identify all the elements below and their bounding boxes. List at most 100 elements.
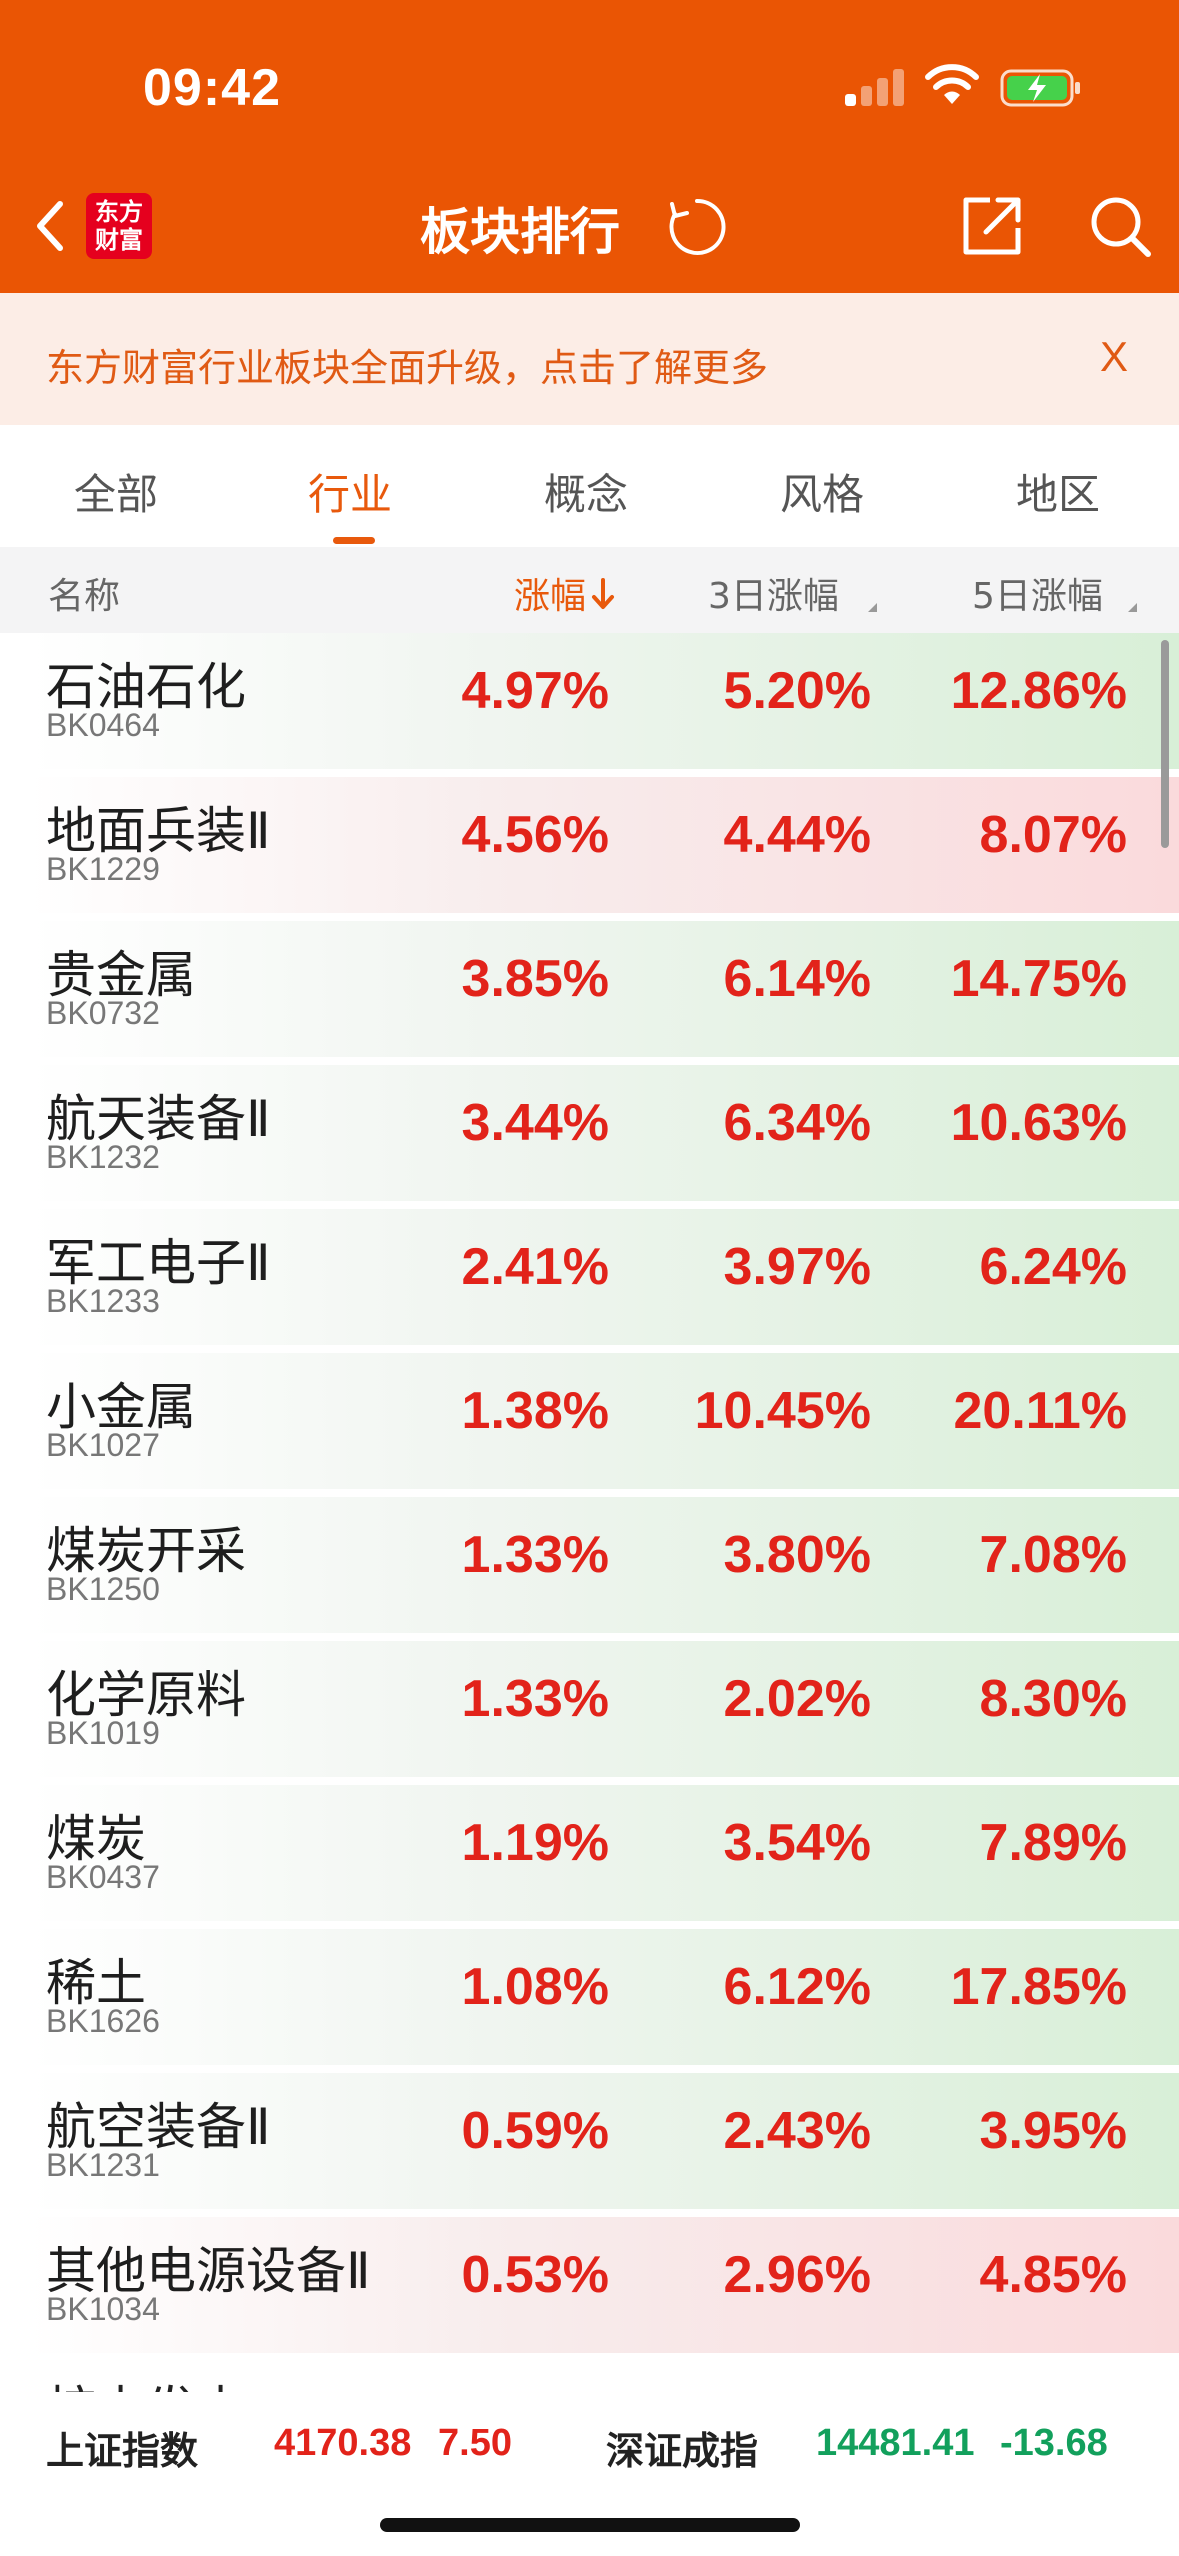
change-value: 2.41% xyxy=(461,1238,609,1296)
upgrade-banner[interactable]: 东方财富行业板块全面升级，点击了解更多 X xyxy=(0,293,1179,425)
wifi-icon xyxy=(925,64,979,104)
sector-code: BK1232 xyxy=(46,1139,160,1175)
change-5d-value: 20.11% xyxy=(953,1382,1128,1440)
table-row[interactable]: 小金属 BK1027 1.38% 10.45% 20.11% xyxy=(30,1353,1179,1493)
share-icon[interactable] xyxy=(960,192,1026,258)
table-row[interactable]: 稀土 BK1626 1.08% 6.12% 17.85% xyxy=(30,1929,1179,2069)
banner-text[interactable]: 东方财富行业板块全面升级，点击了解更多 xyxy=(46,337,768,392)
index-label: 深证成指 xyxy=(606,2429,759,2473)
sector-code: BK1231 xyxy=(46,2147,160,2183)
refresh-icon[interactable] xyxy=(666,196,728,258)
page-title: 板块排行 xyxy=(420,203,620,261)
partial-row-name: 核电发电 xyxy=(46,2370,246,2392)
change-3d-value: 4.44% xyxy=(723,806,871,864)
column-change-5d[interactable]: 5日涨幅 xyxy=(972,567,1122,619)
change-value: 0.53% xyxy=(461,2246,609,2304)
change-5d-value: 17.85% xyxy=(950,1958,1127,2016)
tab-concept[interactable]: 概念 xyxy=(544,461,628,522)
table-row[interactable]: 贵金属 BK0732 3.85% 6.14% 14.75% xyxy=(30,921,1179,1061)
sector-code: BK1019 xyxy=(46,1715,160,1751)
index-value: 4170.38 xyxy=(274,2422,412,2464)
change-3d-value: 2.96% xyxy=(723,2246,871,2304)
column-change-label: 涨幅 xyxy=(514,576,587,617)
change-value: 1.08% xyxy=(461,1958,609,2016)
sector-code: BK1034 xyxy=(46,2291,160,2327)
change-3d-value: 3.97% xyxy=(723,1238,871,1296)
search-icon[interactable] xyxy=(1088,194,1152,258)
sector-code: BK1027 xyxy=(46,1427,160,1463)
change-5d-value: 8.30% xyxy=(979,1670,1127,1728)
change-value: 1.33% xyxy=(461,1670,609,1728)
table-row[interactable]: 航空装备Ⅱ BK1231 0.59% 2.43% 3.95% xyxy=(30,2073,1179,2213)
change-3d-value: 6.14% xyxy=(723,950,871,1008)
change-5d-value: 12.86% xyxy=(950,662,1127,720)
change-3d-value: 2.02% xyxy=(723,1670,871,1728)
index-change: 7.50 xyxy=(438,2422,512,2464)
change-value: 3.44% xyxy=(461,1094,609,1152)
tab-region[interactable]: 地区 xyxy=(1016,461,1100,522)
sector-code: BK1233 xyxy=(46,1283,160,1319)
change-3d-value: 10.45% xyxy=(694,1382,871,1440)
sort-indicator-icon xyxy=(1128,603,1137,612)
sector-code: BK0732 xyxy=(46,995,160,1031)
change-3d-value: 6.34% xyxy=(723,1094,871,1152)
change-3d-value: 6.12% xyxy=(723,1958,871,2016)
column-name: 名称 xyxy=(48,576,121,617)
table-row[interactable]: 煤炭 BK0437 1.19% 3.54% 7.89% xyxy=(30,1785,1179,1925)
change-value: 1.38% xyxy=(461,1382,609,1440)
cellular-signal-icon xyxy=(845,66,905,106)
active-tab-indicator xyxy=(333,537,375,544)
change-5d-value: 14.75% xyxy=(950,950,1127,1008)
index-label: 上证指数 xyxy=(46,2429,199,2473)
change-3d-value: 5.20% xyxy=(723,662,871,720)
change-5d-value: 3.95% xyxy=(979,2102,1127,2160)
status-time: 09:42 xyxy=(143,59,281,117)
table-row[interactable]: 石油石化 BK0464 4.97% 5.20% 12.86% xyxy=(30,633,1179,773)
table-row[interactable]: 地面兵装Ⅱ BK1229 4.56% 4.44% 8.07% xyxy=(30,777,1179,917)
index-value: 14481.41 xyxy=(816,2422,975,2464)
back-icon[interactable] xyxy=(26,196,76,256)
table-row[interactable]: 其他电源设备Ⅱ BK1034 0.53% 2.96% 4.85% xyxy=(30,2217,1179,2357)
table-row[interactable]: 煤炭开采 BK1250 1.33% 3.80% 7.08% xyxy=(30,1497,1179,1637)
scrollbar[interactable] xyxy=(1161,640,1169,848)
home-indicator[interactable] xyxy=(380,2518,800,2532)
sector-code: BK0464 xyxy=(46,707,160,743)
change-value: 1.33% xyxy=(461,1526,609,1584)
tab-style[interactable]: 风格 xyxy=(780,461,864,522)
banner-close-button[interactable]: X xyxy=(1100,333,1128,381)
app-logo[interactable]: 东方 财富 xyxy=(86,193,152,259)
tab-industry[interactable]: 行业 xyxy=(308,461,392,522)
change-5d-value: 8.07% xyxy=(979,806,1127,864)
change-value: 1.19% xyxy=(461,1814,609,1872)
change-5d-value: 10.63% xyxy=(950,1094,1127,1152)
change-5d-value: 4.85% xyxy=(979,2246,1127,2304)
change-5d-value: 6.24% xyxy=(979,1238,1127,1296)
table-row[interactable]: 军工电子Ⅱ BK1233 2.41% 3.97% 6.24% xyxy=(30,1209,1179,1349)
tab-all[interactable]: 全部 xyxy=(74,461,158,522)
change-value: 3.85% xyxy=(461,950,609,1008)
sector-code: BK1250 xyxy=(46,1571,160,1607)
column-header: 名称 涨幅 3日涨幅 5日涨幅 xyxy=(0,547,1179,633)
column-change-sort[interactable]: 涨幅 xyxy=(514,567,616,619)
index-ticker-bar[interactable]: 上证指数 4170.38 7.50 深证成指 14481.41 -13.68 xyxy=(0,2392,1179,2556)
sector-code: BK1626 xyxy=(46,2003,160,2039)
change-5d-value: 7.08% xyxy=(979,1526,1127,1584)
sector-code: BK0437 xyxy=(46,1859,160,1895)
sort-desc-arrow-icon xyxy=(592,578,615,609)
sort-indicator-icon xyxy=(868,603,877,612)
change-value: 4.97% xyxy=(461,662,609,720)
category-tabs: 全部 行业 概念 风格 地区 xyxy=(0,425,1179,547)
app-header: 09:42 东方 财富 板块排行 xyxy=(0,0,1179,293)
sector-code: BK1229 xyxy=(46,851,160,887)
table-row[interactable]: 航天装备Ⅱ BK1232 3.44% 6.34% 10.63% xyxy=(30,1065,1179,1205)
change-3d-value: 2.43% xyxy=(723,2102,871,2160)
change-3d-value: 3.54% xyxy=(723,1814,871,1872)
change-3d-value: 3.80% xyxy=(723,1526,871,1584)
battery-charging-icon xyxy=(1000,69,1080,107)
index-change: -13.68 xyxy=(1000,2422,1108,2464)
change-5d-value: 7.89% xyxy=(979,1814,1127,1872)
change-value: 0.59% xyxy=(461,2102,609,2160)
table-row[interactable]: 化学原料 BK1019 1.33% 2.02% 8.30% xyxy=(30,1641,1179,1781)
change-value: 4.56% xyxy=(461,806,609,864)
column-change-3d[interactable]: 3日涨幅 xyxy=(708,567,839,619)
